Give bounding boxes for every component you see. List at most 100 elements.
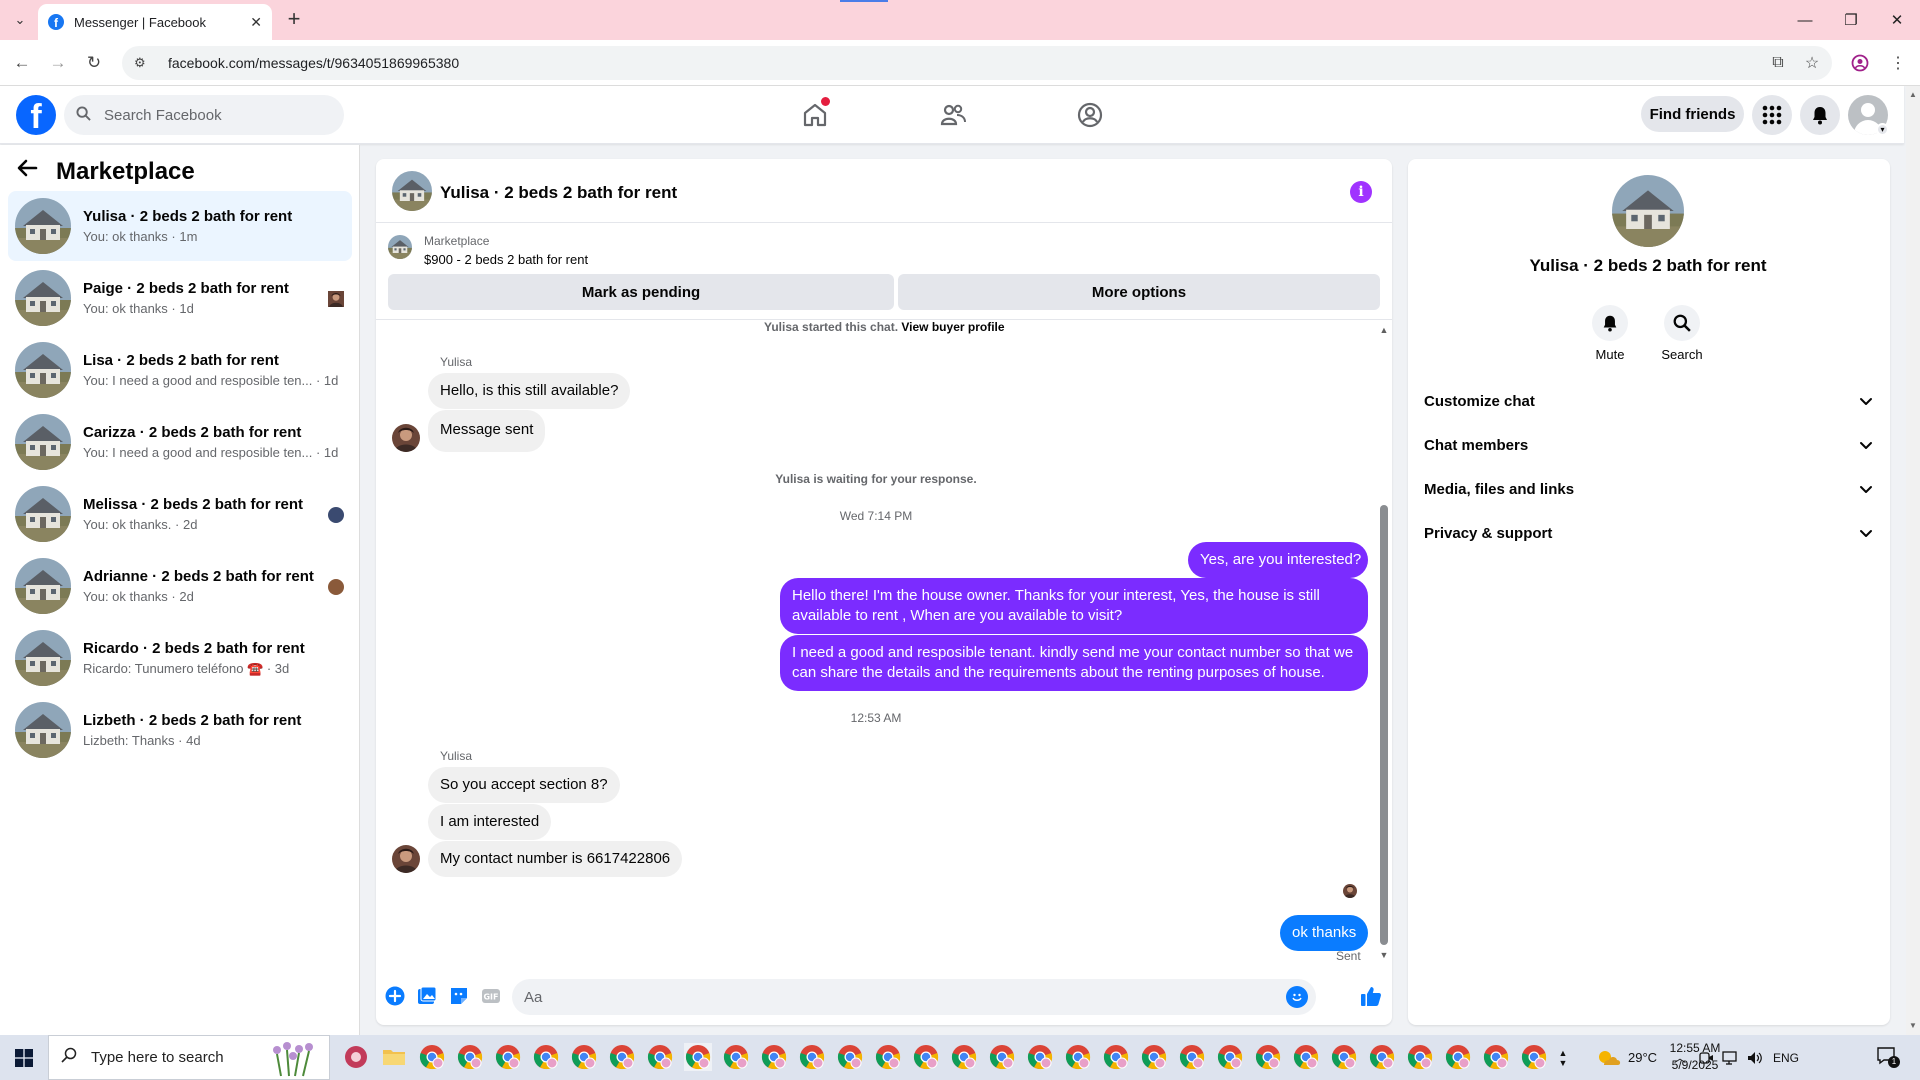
- notifications-button[interactable]: [1800, 95, 1840, 135]
- new-tab-plus-icon[interactable]: +: [282, 8, 306, 32]
- search-action[interactable]: Search: [1652, 305, 1712, 362]
- notification-center-icon[interactable]: 1: [1876, 1045, 1900, 1068]
- emoji-icon[interactable]: [1286, 986, 1308, 1008]
- gif-icon[interactable]: GIF: [480, 985, 502, 1007]
- file-explorer-icon[interactable]: [380, 1043, 408, 1071]
- reload-icon[interactable]: ↻: [82, 51, 106, 75]
- chat-scrollbar-thumb[interactable]: [1380, 505, 1388, 945]
- weather-widget[interactable]: 29°C: [1596, 1035, 1657, 1080]
- chrome-icon[interactable]: [760, 1043, 788, 1071]
- chrome-icon[interactable]: [1444, 1043, 1472, 1071]
- conversation-item[interactable]: Ricardo · 2 beds 2 bath for rent Ricardo:…: [8, 623, 352, 693]
- chrome-icon[interactable]: [456, 1043, 484, 1071]
- chrome-icon-active[interactable]: [684, 1043, 712, 1071]
- listing-photo[interactable]: [1612, 175, 1684, 247]
- chrome-icon[interactable]: [1292, 1043, 1320, 1071]
- chrome-icon[interactable]: [1216, 1043, 1244, 1071]
- message-input-box[interactable]: [512, 979, 1316, 1015]
- scroll-up-arrow-icon[interactable]: ▲: [1378, 324, 1390, 336]
- chrome-icon[interactable]: [608, 1043, 636, 1071]
- incoming-message[interactable]: Hello, is this still available?: [428, 373, 631, 409]
- info-icon[interactable]: i: [1350, 181, 1372, 203]
- plus-circle-icon[interactable]: [384, 985, 406, 1007]
- chrome-icon[interactable]: [836, 1043, 864, 1071]
- language-indicator[interactable]: ENG: [1773, 1035, 1799, 1080]
- incoming-message[interactable]: My contact number is 6617422806: [428, 841, 683, 877]
- chrome-icon[interactable]: [1368, 1043, 1396, 1071]
- chrome-icon[interactable]: [1254, 1043, 1282, 1071]
- page-scrollbar[interactable]: ▲ ▼: [1906, 86, 1920, 1035]
- browser-tab-messenger[interactable]: f Messenger | Facebook ✕: [38, 4, 272, 40]
- nav-friends[interactable]: [897, 92, 1009, 138]
- chrome-icon[interactable]: [1140, 1043, 1168, 1071]
- chrome-icon[interactable]: [646, 1043, 674, 1071]
- conversation-item[interactable]: Adrianne · 2 beds 2 bath for rent You: ok…: [8, 551, 352, 621]
- message-input[interactable]: [524, 988, 1264, 1006]
- chrome-icon[interactable]: [532, 1043, 560, 1071]
- url-omnibox[interactable]: ⚙ facebook.com/messages/t/96340518699653…: [122, 46, 1832, 80]
- privacy-support-row[interactable]: Privacy & support: [1416, 511, 1882, 555]
- windows-start-icon[interactable]: [0, 1035, 48, 1080]
- mute-action[interactable]: Mute: [1580, 305, 1640, 362]
- snip-tool-icon[interactable]: [342, 1043, 370, 1071]
- scroll-down-arrow-icon[interactable]: ▼: [1908, 1021, 1918, 1031]
- chrome-icon[interactable]: [570, 1043, 598, 1071]
- minimize-icon[interactable]: —: [1782, 0, 1828, 40]
- conversation-item[interactable]: Lisa · 2 beds 2 bath for rent You: I need…: [8, 335, 352, 405]
- incoming-message[interactable]: Message sent: [428, 410, 546, 452]
- chrome-icon[interactable]: [722, 1043, 750, 1071]
- taskbar-scroll-arrows-icon[interactable]: ▲ ▼: [1556, 1035, 1570, 1080]
- chrome-icon[interactable]: [1330, 1043, 1358, 1071]
- incoming-message[interactable]: So you accept section 8?: [428, 767, 620, 803]
- clock[interactable]: 12:55 AM 5/9/2025: [1660, 1040, 1730, 1074]
- volume-icon[interactable]: [1746, 1035, 1764, 1080]
- chrome-icon[interactable]: [1482, 1043, 1510, 1071]
- chat-members-row[interactable]: Chat members: [1416, 423, 1882, 467]
- menu-grid-button[interactable]: [1752, 95, 1792, 135]
- chrome-icon[interactable]: [1178, 1043, 1206, 1071]
- profile-icon[interactable]: [1848, 51, 1872, 75]
- incoming-message[interactable]: I am interested: [428, 804, 552, 840]
- conversation-item[interactable]: Carizza · 2 beds 2 bath for rent You: I n…: [8, 407, 352, 477]
- chrome-icon[interactable]: [912, 1043, 940, 1071]
- photo-icon[interactable]: [416, 985, 438, 1007]
- media-files-links-row[interactable]: Media, files and links: [1416, 467, 1882, 511]
- chrome-icon[interactable]: [1026, 1043, 1054, 1071]
- conversation-item[interactable]: Lizbeth · 2 beds 2 bath for rent Lizbeth:…: [8, 695, 352, 765]
- back-arrow-icon[interactable]: [16, 157, 46, 186]
- conversation-item[interactable]: Melissa · 2 beds 2 bath for rent You: ok …: [8, 479, 352, 549]
- chrome-icon[interactable]: [950, 1043, 978, 1071]
- chrome-icon[interactable]: [1064, 1043, 1092, 1071]
- chrome-icon[interactable]: [1102, 1043, 1130, 1071]
- mark-as-pending-button[interactable]: Mark as pending: [388, 274, 894, 310]
- nav-home[interactable]: [759, 92, 871, 138]
- outgoing-message[interactable]: ok thanks: [1280, 915, 1369, 951]
- facebook-logo-icon[interactable]: f: [16, 95, 56, 135]
- scroll-down-arrow-icon[interactable]: ▼: [1378, 949, 1390, 961]
- conversation-item[interactable]: Paige · 2 beds 2 bath for rent You: ok th…: [8, 263, 352, 333]
- more-options-button[interactable]: More options: [898, 274, 1380, 310]
- find-friends-button[interactable]: Find friends: [1641, 96, 1744, 132]
- install-app-icon[interactable]: ⧉: [1766, 51, 1790, 75]
- taskbar-search-box[interactable]: Type here to search: [48, 1035, 330, 1080]
- listing-price-title[interactable]: $900 - 2 beds 2 bath for rent: [424, 252, 588, 267]
- facebook-search[interactable]: [64, 95, 344, 135]
- chat-listing-thumbnail[interactable]: [392, 171, 432, 211]
- thumbs-up-icon[interactable]: [1358, 983, 1384, 1009]
- back-arrow-icon[interactable]: ←: [10, 51, 34, 75]
- scroll-up-arrow-icon[interactable]: ▲: [1908, 90, 1918, 100]
- outgoing-message[interactable]: I need a good and resposible tenant. kin…: [780, 635, 1368, 691]
- chrome-icon[interactable]: [798, 1043, 826, 1071]
- browser-menu-icon[interactable]: ⋮: [1886, 51, 1910, 75]
- outgoing-message[interactable]: Yes, are you interested?: [1188, 542, 1368, 578]
- conversation-item[interactable]: Yulisa · 2 beds 2 bath for rent You: ok t…: [8, 191, 352, 261]
- tab-close-icon[interactable]: ✕: [250, 14, 262, 31]
- outgoing-message[interactable]: Hello there! I'm the house owner. Thanks…: [780, 578, 1368, 634]
- view-buyer-profile-link[interactable]: View buyer profile: [901, 320, 1004, 334]
- tab-search-chevron-icon[interactable]: ⌄: [8, 8, 32, 32]
- chrome-icon[interactable]: [1520, 1043, 1548, 1071]
- chrome-icon[interactable]: [494, 1043, 522, 1071]
- marketplace-listing-thumbnail[interactable]: [388, 235, 412, 259]
- forward-arrow-icon[interactable]: →: [46, 51, 70, 75]
- facebook-search-input[interactable]: [104, 106, 324, 124]
